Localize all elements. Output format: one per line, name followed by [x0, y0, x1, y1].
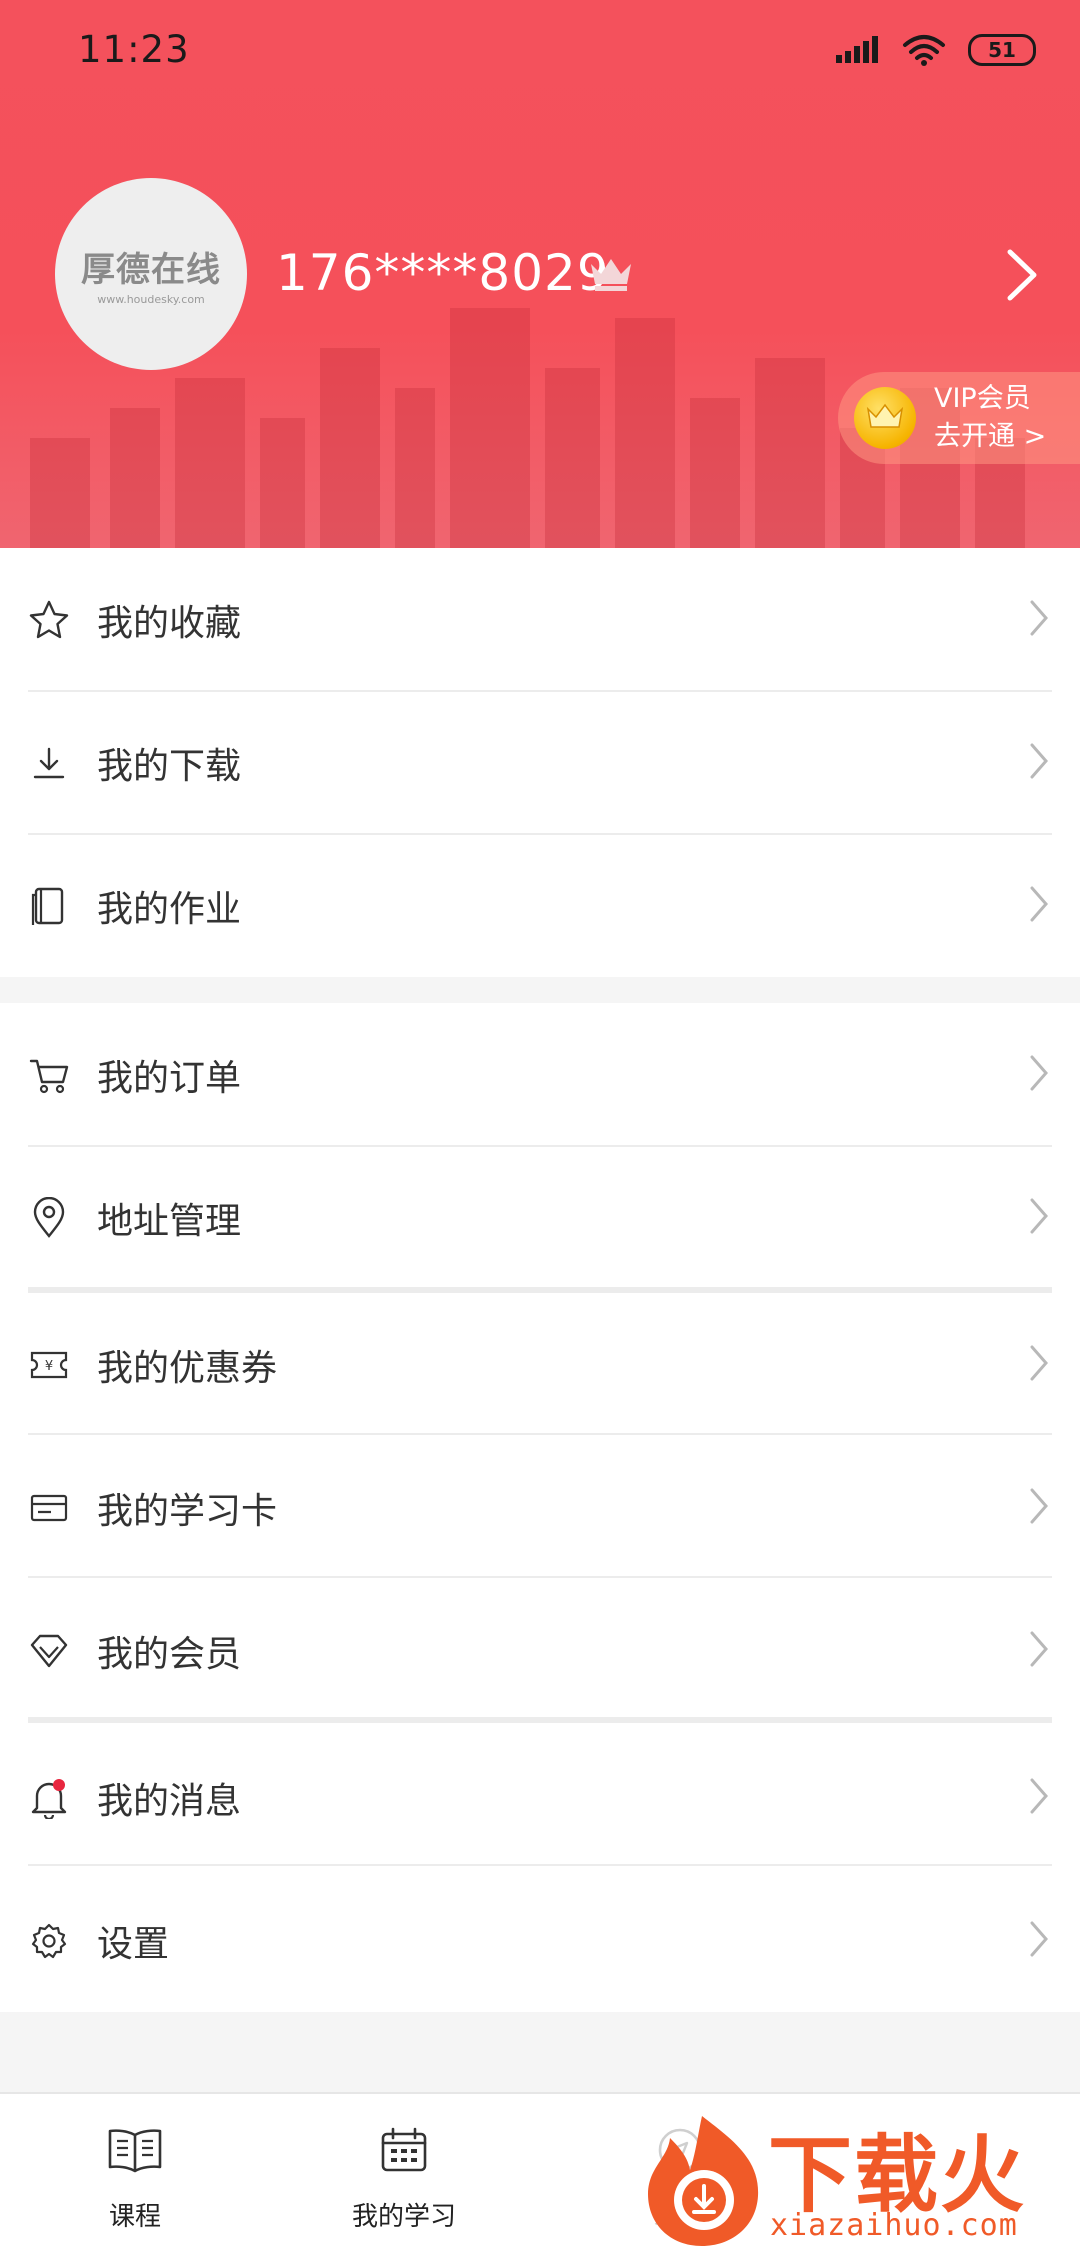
- svg-text:¥: ¥: [45, 1359, 53, 1374]
- signal-icon: [836, 36, 878, 63]
- chevron-right-icon: [1028, 1197, 1050, 1239]
- wifi-icon: [903, 35, 945, 66]
- crown-icon: [591, 259, 631, 291]
- menu-item-orders[interactable]: 我的订单: [0, 1003, 1080, 1146]
- watermark-url: xiazaihuo.com: [770, 2208, 1018, 2243]
- chevron-right-icon[interactable]: [1002, 248, 1042, 302]
- cart-icon: [28, 1054, 70, 1096]
- menu-item-label: 设置: [97, 1923, 170, 1965]
- chevron-right-icon: [1028, 1487, 1050, 1529]
- divider: [28, 1433, 1052, 1435]
- avatar[interactable]: 厚德在线 www.houdesky.com: [55, 178, 247, 370]
- notification-dot: [53, 1778, 65, 1791]
- menu-item-label: 我的会员: [97, 1633, 242, 1675]
- menu-item-label: 我的下载: [97, 745, 242, 787]
- star-icon: [28, 599, 70, 641]
- vip-crown-coin-icon: [854, 387, 916, 449]
- chevron-right-icon: [1028, 742, 1050, 784]
- divider: [28, 1864, 1052, 1866]
- chevron-right-icon: [1028, 1920, 1050, 1962]
- book-icon: [28, 885, 70, 927]
- menu-item-label: 我的消息: [97, 1780, 242, 1822]
- tab-label: 我的学习: [351, 2202, 456, 2232]
- menu-item-label: 地址管理: [97, 1200, 242, 1242]
- menu-item-membership[interactable]: 我的会员: [0, 1579, 1080, 1722]
- menu-group-2: 我的订单 地址管理 ¥ 我的优惠券 我的学习卡 我的会员 我的消息 设置: [0, 1003, 1080, 2012]
- coupon-icon: ¥: [28, 1344, 70, 1386]
- vip-title: VIP会员: [934, 383, 1031, 414]
- profile-header: 11:23 51 厚德在线 www.houdesky.com 176****80…: [0, 0, 1080, 548]
- tab-my-learning[interactable]: 我的学习: [304, 2094, 504, 2250]
- menu-item-homework[interactable]: 我的作业: [0, 834, 1080, 977]
- menu-group-1: 我的收藏 我的下载 我的作业: [0, 548, 1080, 977]
- vip-action: 去开通 >: [934, 421, 1047, 452]
- menu-item-favorites[interactable]: 我的收藏: [0, 548, 1080, 691]
- menu-item-coupons[interactable]: ¥ 我的优惠券: [0, 1293, 1080, 1436]
- menu-item-label: 我的订单: [97, 1057, 242, 1099]
- vip-text: VIP会员 去开通 >: [934, 380, 1046, 456]
- username[interactable]: 176****8029: [276, 244, 610, 302]
- download-icon: [28, 742, 70, 784]
- chevron-right-icon: [1028, 1344, 1050, 1386]
- menu-item-label: 我的学习卡: [97, 1490, 278, 1532]
- menu-item-label: 我的作业: [97, 888, 242, 930]
- section-divider: [28, 1717, 1052, 1723]
- bell-icon: [28, 1777, 70, 1819]
- chevron-right-icon: [1028, 885, 1050, 927]
- divider: [28, 1576, 1052, 1578]
- diamond-icon: [28, 1630, 70, 1672]
- tab-courses[interactable]: 课程: [35, 2094, 235, 2250]
- watermark-logo: 下载火 xiazaihuo.com: [640, 2108, 1080, 2248]
- menu-item-study-card[interactable]: 我的学习卡: [0, 1436, 1080, 1579]
- menu-item-label: 我的收藏: [97, 602, 242, 644]
- status-bar: 11:23 51: [0, 0, 1080, 100]
- menu-item-label: 我的优惠券: [97, 1347, 278, 1389]
- battery-indicator: 51: [968, 34, 1036, 66]
- vip-membership-button[interactable]: VIP会员 去开通 >: [838, 372, 1080, 464]
- avatar-logo-url: www.houdesky.com: [97, 293, 205, 306]
- avatar-logo-text: 厚德在线: [81, 250, 221, 290]
- open-book-icon: [106, 2122, 164, 2178]
- chevron-right-icon: [1028, 1777, 1050, 1819]
- card-icon: [28, 1487, 70, 1529]
- status-time: 11:23: [78, 28, 190, 71]
- menu-item-downloads[interactable]: 我的下载: [0, 691, 1080, 834]
- chevron-right-icon: [1028, 599, 1050, 641]
- flame-logo-icon: [648, 2116, 759, 2246]
- gear-icon: [28, 1920, 70, 1962]
- chevron-right-icon: [1028, 1054, 1050, 1096]
- status-icons: 51: [836, 30, 1036, 70]
- menu-item-settings[interactable]: 设置: [0, 1869, 1080, 2012]
- location-icon: [28, 1196, 70, 1239]
- calendar-icon: [380, 2122, 428, 2178]
- tab-label: 课程: [108, 2202, 161, 2232]
- menu-item-messages[interactable]: 我的消息: [0, 1726, 1080, 1869]
- chevron-right-icon: [1028, 1630, 1050, 1672]
- menu-item-address[interactable]: 地址管理: [0, 1146, 1080, 1289]
